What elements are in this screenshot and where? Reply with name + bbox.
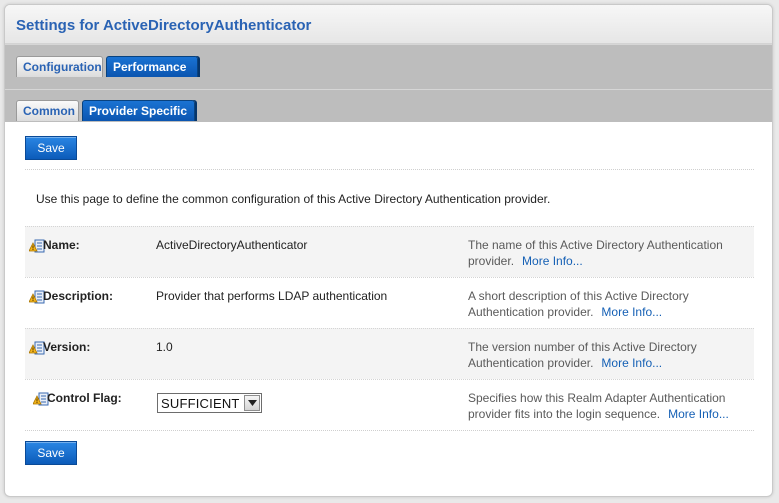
intro-text: Use this page to define the common confi…: [36, 192, 551, 206]
title-bar: Settings for ActiveDirectoryAuthenticato…: [5, 5, 772, 44]
field-row-control-flag: Control Flag: SUFFICIENT Specifies how t…: [25, 379, 754, 430]
field-description-text: The version number of this Active Direct…: [468, 340, 697, 370]
field-row-description: Description: Provider that performs LDAP…: [25, 277, 754, 328]
field-label-description: Description:: [43, 289, 114, 303]
chevron-down-icon[interactable]: [244, 395, 260, 411]
field-description-description: A short description of this Active Direc…: [468, 288, 758, 320]
more-info-link-name[interactable]: More Info...: [522, 254, 583, 268]
field-row-name: Name: ActiveDirectoryAuthenticator The n…: [25, 226, 754, 277]
more-info-link-control-flag[interactable]: More Info...: [668, 407, 729, 421]
field-label-name: Name:: [43, 238, 80, 252]
save-button-top[interactable]: Save: [25, 136, 77, 160]
tab-provider-specific[interactable]: Provider Specific: [82, 100, 195, 121]
tab-configuration[interactable]: Configuration: [16, 56, 103, 77]
field-row-version: Version: 1.0 The version number of this …: [25, 328, 754, 379]
field-description-version: The version number of this Active Direct…: [468, 339, 758, 371]
save-button-bottom[interactable]: Save: [25, 441, 77, 465]
page-title: Settings for ActiveDirectoryAuthenticato…: [16, 17, 312, 34]
field-value-name: ActiveDirectoryAuthenticator: [156, 238, 308, 252]
control-flag-selected-value: SUFFICIENT: [161, 396, 240, 411]
field-description-control-flag: Specifies how this Realm Adapter Authent…: [468, 390, 758, 422]
control-flag-select[interactable]: SUFFICIENT: [157, 393, 262, 413]
field-label-version: Version:: [43, 340, 91, 354]
divider: [25, 430, 754, 431]
main-tab-bar: Configuration Performance: [5, 44, 772, 89]
divider: [25, 169, 754, 170]
settings-panel: Settings for ActiveDirectoryAuthenticato…: [4, 4, 773, 497]
field-description-name: The name of this Active Directory Authen…: [468, 237, 758, 269]
field-label-control-flag: Control Flag:: [47, 391, 122, 405]
sub-tab-bar: Common Provider Specific: [5, 89, 772, 122]
tab-performance[interactable]: Performance: [106, 56, 198, 77]
field-value-version: 1.0: [156, 340, 173, 354]
more-info-link-description[interactable]: More Info...: [601, 305, 662, 319]
more-info-link-version[interactable]: More Info...: [601, 356, 662, 370]
field-description-text: The name of this Active Directory Authen…: [468, 238, 723, 268]
tab-common[interactable]: Common: [16, 100, 79, 121]
field-value-description: Provider that performs LDAP authenticati…: [156, 289, 388, 303]
